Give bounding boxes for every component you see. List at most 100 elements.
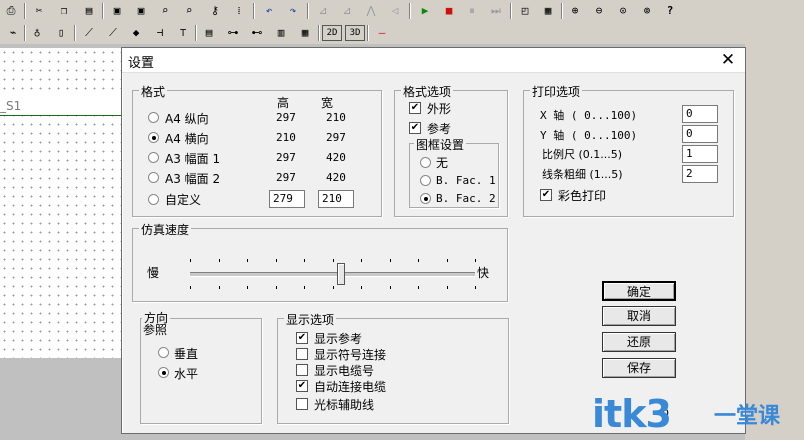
value-wide: 297: [326, 131, 346, 144]
radio-custom[interactable]: [148, 194, 159, 205]
radio-a3-1[interactable]: [148, 152, 159, 163]
slow-label: 慢: [147, 266, 160, 280]
scale-input[interactable]: 1: [682, 145, 718, 163]
restore-button[interactable]: 还原: [602, 332, 676, 352]
window-icon[interactable]: ◰: [516, 2, 534, 20]
t2-l-icon[interactable]: ▥: [272, 24, 290, 42]
scale-label: 比例尺 (0.1...5): [542, 148, 623, 161]
zoom-area-icon[interactable]: ⊚: [638, 2, 656, 20]
slider-tick: [446, 286, 448, 289]
close-icon[interactable]: ✕: [717, 49, 739, 71]
radio-frame-b2[interactable]: [420, 193, 431, 204]
t2-k-icon[interactable]: ⊷: [248, 24, 266, 42]
grid-icon[interactable]: ⁞: [230, 2, 248, 20]
component-edit-icon[interactable]: ▣: [132, 2, 150, 20]
sim-speed-group: 仿真速度 慢 快: [132, 221, 508, 302]
t2-a-icon[interactable]: ⌁: [4, 24, 22, 42]
cancel-button[interactable]: 取消: [602, 306, 676, 326]
dialog-titlebar[interactable]: 设置 ✕: [122, 48, 745, 73]
cursor-line-checkbox[interactable]: [296, 398, 308, 410]
t2-j-icon[interactable]: ⊶: [224, 24, 242, 42]
pause-icon[interactable]: ⏸: [463, 2, 481, 20]
save-button[interactable]: 保存: [602, 358, 676, 378]
t2-c-icon[interactable]: ▯: [52, 24, 70, 42]
zoom-fit-icon[interactable]: ⊙: [614, 2, 632, 20]
frame-settings-label: 图框设置: [414, 136, 467, 153]
help-icon[interactable]: ?: [661, 2, 679, 20]
t2-d-icon[interactable]: ⟋: [80, 24, 98, 42]
line-width-input[interactable]: 2: [682, 165, 718, 183]
direction-group: 方向 参照 垂直 水平: [140, 309, 262, 424]
stop-icon[interactable]: ■: [440, 2, 458, 20]
slider-tick: [304, 286, 305, 289]
zoom-icon[interactable]: ⌕: [156, 2, 174, 20]
speed-slider-track[interactable]: [190, 272, 475, 277]
mirror1-icon[interactable]: ⋀: [362, 2, 380, 20]
radio-vertical[interactable]: [158, 347, 169, 358]
undo-icon[interactable]: ↶: [260, 2, 278, 20]
zoom-in-icon[interactable]: ⊕: [566, 2, 584, 20]
show-symbol-checkbox[interactable]: [296, 348, 308, 360]
ok-button[interactable]: 确定: [602, 281, 676, 301]
reference-sub-label: 参照: [143, 323, 168, 337]
play-icon[interactable]: ▶: [416, 2, 434, 20]
speed-slider-thumb[interactable]: [337, 263, 346, 285]
zoom-out-icon[interactable]: ⊖: [590, 2, 608, 20]
value-wide: 420: [326, 171, 346, 184]
cascade-icon[interactable]: ▦: [539, 2, 557, 20]
copy-icon[interactable]: ❐: [55, 2, 73, 20]
slider-tick: [275, 259, 277, 262]
y-axis-input[interactable]: 0: [682, 125, 718, 143]
watermark-cn: 一堂课: [714, 404, 781, 429]
t2-g-icon[interactable]: ⊣: [151, 24, 169, 42]
align2-icon[interactable]: ⊿: [338, 2, 356, 20]
value-high: 297: [276, 171, 296, 184]
zoom2-icon[interactable]: ⌕: [180, 2, 198, 20]
custom-wide-input[interactable]: 210: [318, 190, 354, 208]
radio-a3-2[interactable]: [148, 172, 159, 183]
auto-cable-label: 自动连接电缆: [314, 380, 387, 394]
btn-2d[interactable]: 2D: [322, 25, 342, 41]
x-axis-input[interactable]: 0: [682, 105, 718, 123]
radio-frame-none[interactable]: [420, 157, 431, 168]
step-icon[interactable]: ⏭: [487, 2, 505, 20]
show-cable-checkbox[interactable]: [296, 364, 308, 376]
slider-tick: [332, 259, 334, 262]
btn-3d[interactable]: 3D: [345, 25, 365, 41]
col-high: 高: [277, 96, 290, 110]
print-icon[interactable]: ⎙: [2, 2, 20, 20]
t2-i-icon[interactable]: ▤: [200, 24, 218, 42]
key-icon[interactable]: ⚷: [206, 2, 224, 20]
radio-horizontal[interactable]: [158, 367, 169, 378]
t2-f-icon[interactable]: ◆: [127, 24, 145, 42]
value-wide: 210: [326, 111, 346, 124]
component-icon[interactable]: ▣: [108, 2, 126, 20]
mirror2-icon[interactable]: ◁: [386, 2, 404, 20]
redo-icon[interactable]: ↷: [284, 2, 302, 20]
cursor-line-label: 光标辅助线: [314, 398, 375, 412]
t2-m-icon[interactable]: ▦: [296, 24, 314, 42]
paste-icon[interactable]: ▤: [80, 2, 98, 20]
t2-b-icon[interactable]: ♁: [28, 24, 46, 42]
radio-a4-landscape[interactable]: [148, 132, 159, 143]
show-ref-checkbox[interactable]: ✔: [296, 332, 308, 344]
outline-checkbox[interactable]: ✔: [409, 102, 421, 114]
align1-icon[interactable]: ⊿: [314, 2, 332, 20]
cut-icon[interactable]: ✂: [30, 2, 48, 20]
t2-e-icon[interactable]: ⟋: [104, 24, 122, 42]
t2-h-icon[interactable]: ⊤: [174, 24, 192, 42]
main-toolbar: ⎙ ✂ ❐ ▤ ▣ ▣ ⌕ ⌕ ⚷ ⁞ ↶ ↷ ⊿ ⊿ ⋀ ◁ ▶ ■ ⏸ ⏭ …: [0, 0, 804, 23]
schematic-sheet[interactable]: [0, 48, 125, 358]
t2-p-icon[interactable]: —: [373, 24, 391, 42]
radio-frame-b1[interactable]: [420, 175, 431, 186]
frame-b1-label: B. Fac. 1: [436, 174, 496, 187]
auto-cable-checkbox[interactable]: ✔: [296, 380, 308, 392]
radio-a4-portrait[interactable]: [148, 112, 159, 123]
format-options-group: 格式选项 ✔ 外形 ✔ 参考 图框设置 无 B. Fac. 1 B. Fac. …: [394, 83, 508, 217]
show-cable-label: 显示电缆号: [314, 364, 375, 378]
reference-checkbox[interactable]: ✔: [409, 122, 421, 134]
label-a3-2: A3 幅面 2: [165, 172, 221, 186]
custom-high-input[interactable]: 279: [269, 190, 305, 208]
color-print-checkbox[interactable]: ✔: [540, 189, 552, 201]
dialog-title: 设置: [128, 56, 155, 71]
